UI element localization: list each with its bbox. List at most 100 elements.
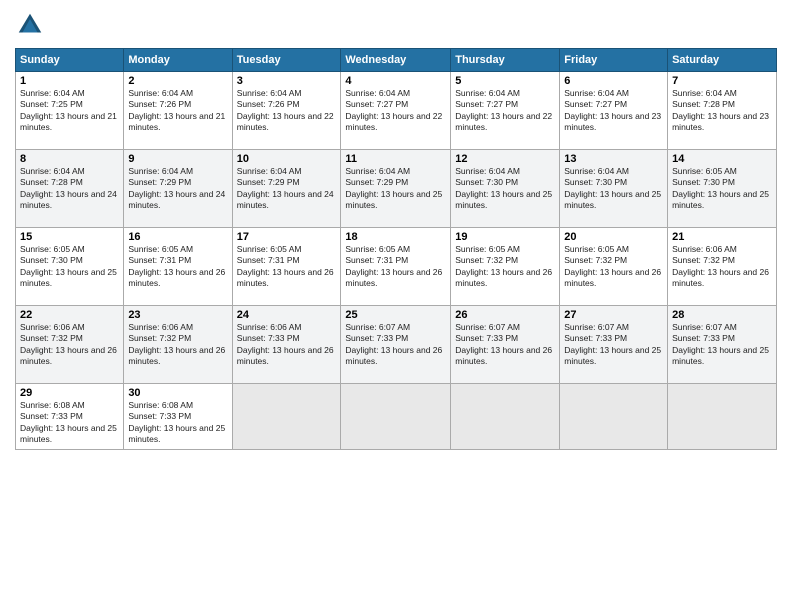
calendar-cell: 6 Sunrise: 6:04 AMSunset: 7:27 PMDayligh…	[560, 72, 668, 150]
calendar-cell: 22 Sunrise: 6:06 AMSunset: 7:32 PMDaylig…	[16, 306, 124, 384]
col-header-wednesday: Wednesday	[341, 49, 451, 72]
day-number: 12	[455, 153, 555, 165]
calendar-cell	[668, 384, 777, 450]
day-info: Sunrise: 6:07 AMSunset: 7:33 PMDaylight:…	[564, 322, 661, 366]
day-info: Sunrise: 6:04 AMSunset: 7:30 PMDaylight:…	[455, 166, 552, 210]
day-number: 2	[128, 75, 227, 87]
day-info: Sunrise: 6:05 AMSunset: 7:30 PMDaylight:…	[20, 244, 117, 288]
calendar-cell: 7 Sunrise: 6:04 AMSunset: 7:28 PMDayligh…	[668, 72, 777, 150]
day-info: Sunrise: 6:08 AMSunset: 7:33 PMDaylight:…	[20, 400, 117, 444]
calendar-cell: 24 Sunrise: 6:06 AMSunset: 7:33 PMDaylig…	[232, 306, 341, 384]
calendar-week-4: 22 Sunrise: 6:06 AMSunset: 7:32 PMDaylig…	[16, 306, 777, 384]
calendar-week-5: 29 Sunrise: 6:08 AMSunset: 7:33 PMDaylig…	[16, 384, 777, 450]
day-number: 28	[672, 309, 772, 321]
day-number: 17	[237, 231, 337, 243]
day-number: 3	[237, 75, 337, 87]
calendar-week-3: 15 Sunrise: 6:05 AMSunset: 7:30 PMDaylig…	[16, 228, 777, 306]
day-number: 19	[455, 231, 555, 243]
day-number: 1	[20, 75, 119, 87]
day-info: Sunrise: 6:04 AMSunset: 7:29 PMDaylight:…	[237, 166, 334, 210]
day-info: Sunrise: 6:06 AMSunset: 7:32 PMDaylight:…	[20, 322, 117, 366]
calendar-cell: 13 Sunrise: 6:04 AMSunset: 7:30 PMDaylig…	[560, 150, 668, 228]
day-number: 4	[345, 75, 446, 87]
day-number: 25	[345, 309, 446, 321]
calendar-cell	[451, 384, 560, 450]
calendar-cell	[341, 384, 451, 450]
day-info: Sunrise: 6:06 AMSunset: 7:33 PMDaylight:…	[237, 322, 334, 366]
calendar-cell: 25 Sunrise: 6:07 AMSunset: 7:33 PMDaylig…	[341, 306, 451, 384]
day-number: 8	[20, 153, 119, 165]
calendar-cell: 9 Sunrise: 6:04 AMSunset: 7:29 PMDayligh…	[124, 150, 232, 228]
day-number: 22	[20, 309, 119, 321]
day-number: 6	[564, 75, 663, 87]
calendar-header-row: SundayMondayTuesdayWednesdayThursdayFrid…	[16, 49, 777, 72]
calendar-cell: 17 Sunrise: 6:05 AMSunset: 7:31 PMDaylig…	[232, 228, 341, 306]
calendar-cell: 12 Sunrise: 6:04 AMSunset: 7:30 PMDaylig…	[451, 150, 560, 228]
day-number: 16	[128, 231, 227, 243]
calendar-cell: 3 Sunrise: 6:04 AMSunset: 7:26 PMDayligh…	[232, 72, 341, 150]
calendar-cell: 19 Sunrise: 6:05 AMSunset: 7:32 PMDaylig…	[451, 228, 560, 306]
day-info: Sunrise: 6:04 AMSunset: 7:27 PMDaylight:…	[455, 88, 552, 132]
day-info: Sunrise: 6:08 AMSunset: 7:33 PMDaylight:…	[128, 400, 225, 444]
header	[15, 10, 777, 40]
calendar-cell: 16 Sunrise: 6:05 AMSunset: 7:31 PMDaylig…	[124, 228, 232, 306]
col-header-tuesday: Tuesday	[232, 49, 341, 72]
calendar-cell: 29 Sunrise: 6:08 AMSunset: 7:33 PMDaylig…	[16, 384, 124, 450]
calendar-table: SundayMondayTuesdayWednesdayThursdayFrid…	[15, 48, 777, 450]
day-number: 26	[455, 309, 555, 321]
day-info: Sunrise: 6:04 AMSunset: 7:27 PMDaylight:…	[564, 88, 661, 132]
day-info: Sunrise: 6:05 AMSunset: 7:31 PMDaylight:…	[237, 244, 334, 288]
col-header-monday: Monday	[124, 49, 232, 72]
col-header-thursday: Thursday	[451, 49, 560, 72]
day-number: 18	[345, 231, 446, 243]
calendar-cell: 10 Sunrise: 6:04 AMSunset: 7:29 PMDaylig…	[232, 150, 341, 228]
day-number: 23	[128, 309, 227, 321]
calendar-cell: 8 Sunrise: 6:04 AMSunset: 7:28 PMDayligh…	[16, 150, 124, 228]
calendar-cell: 1 Sunrise: 6:04 AMSunset: 7:25 PMDayligh…	[16, 72, 124, 150]
day-info: Sunrise: 6:05 AMSunset: 7:32 PMDaylight:…	[564, 244, 661, 288]
calendar-cell: 14 Sunrise: 6:05 AMSunset: 7:30 PMDaylig…	[668, 150, 777, 228]
day-info: Sunrise: 6:06 AMSunset: 7:32 PMDaylight:…	[672, 244, 769, 288]
calendar-cell: 26 Sunrise: 6:07 AMSunset: 7:33 PMDaylig…	[451, 306, 560, 384]
logo	[15, 10, 49, 40]
calendar-cell: 5 Sunrise: 6:04 AMSunset: 7:27 PMDayligh…	[451, 72, 560, 150]
day-info: Sunrise: 6:05 AMSunset: 7:30 PMDaylight:…	[672, 166, 769, 210]
calendar-cell	[560, 384, 668, 450]
day-number: 14	[672, 153, 772, 165]
logo-icon	[15, 10, 45, 40]
day-info: Sunrise: 6:04 AMSunset: 7:29 PMDaylight:…	[128, 166, 225, 210]
col-header-saturday: Saturday	[668, 49, 777, 72]
calendar-cell: 28 Sunrise: 6:07 AMSunset: 7:33 PMDaylig…	[668, 306, 777, 384]
day-number: 13	[564, 153, 663, 165]
calendar-cell: 2 Sunrise: 6:04 AMSunset: 7:26 PMDayligh…	[124, 72, 232, 150]
day-number: 27	[564, 309, 663, 321]
day-info: Sunrise: 6:04 AMSunset: 7:29 PMDaylight:…	[345, 166, 442, 210]
calendar-cell: 11 Sunrise: 6:04 AMSunset: 7:29 PMDaylig…	[341, 150, 451, 228]
day-number: 15	[20, 231, 119, 243]
day-number: 10	[237, 153, 337, 165]
day-info: Sunrise: 6:05 AMSunset: 7:31 PMDaylight:…	[345, 244, 442, 288]
day-info: Sunrise: 6:04 AMSunset: 7:26 PMDaylight:…	[237, 88, 334, 132]
day-info: Sunrise: 6:07 AMSunset: 7:33 PMDaylight:…	[672, 322, 769, 366]
day-info: Sunrise: 6:05 AMSunset: 7:31 PMDaylight:…	[128, 244, 225, 288]
day-info: Sunrise: 6:07 AMSunset: 7:33 PMDaylight:…	[345, 322, 442, 366]
calendar-week-2: 8 Sunrise: 6:04 AMSunset: 7:28 PMDayligh…	[16, 150, 777, 228]
day-number: 24	[237, 309, 337, 321]
calendar-cell: 20 Sunrise: 6:05 AMSunset: 7:32 PMDaylig…	[560, 228, 668, 306]
day-info: Sunrise: 6:04 AMSunset: 7:25 PMDaylight:…	[20, 88, 117, 132]
day-info: Sunrise: 6:06 AMSunset: 7:32 PMDaylight:…	[128, 322, 225, 366]
col-header-sunday: Sunday	[16, 49, 124, 72]
day-info: Sunrise: 6:05 AMSunset: 7:32 PMDaylight:…	[455, 244, 552, 288]
calendar-week-1: 1 Sunrise: 6:04 AMSunset: 7:25 PMDayligh…	[16, 72, 777, 150]
day-number: 9	[128, 153, 227, 165]
calendar-cell: 21 Sunrise: 6:06 AMSunset: 7:32 PMDaylig…	[668, 228, 777, 306]
day-info: Sunrise: 6:04 AMSunset: 7:28 PMDaylight:…	[20, 166, 117, 210]
calendar-cell: 18 Sunrise: 6:05 AMSunset: 7:31 PMDaylig…	[341, 228, 451, 306]
day-info: Sunrise: 6:04 AMSunset: 7:27 PMDaylight:…	[345, 88, 442, 132]
day-number: 5	[455, 75, 555, 87]
calendar-cell: 30 Sunrise: 6:08 AMSunset: 7:33 PMDaylig…	[124, 384, 232, 450]
day-number: 29	[20, 387, 119, 399]
day-info: Sunrise: 6:07 AMSunset: 7:33 PMDaylight:…	[455, 322, 552, 366]
day-info: Sunrise: 6:04 AMSunset: 7:28 PMDaylight:…	[672, 88, 769, 132]
calendar-cell: 27 Sunrise: 6:07 AMSunset: 7:33 PMDaylig…	[560, 306, 668, 384]
